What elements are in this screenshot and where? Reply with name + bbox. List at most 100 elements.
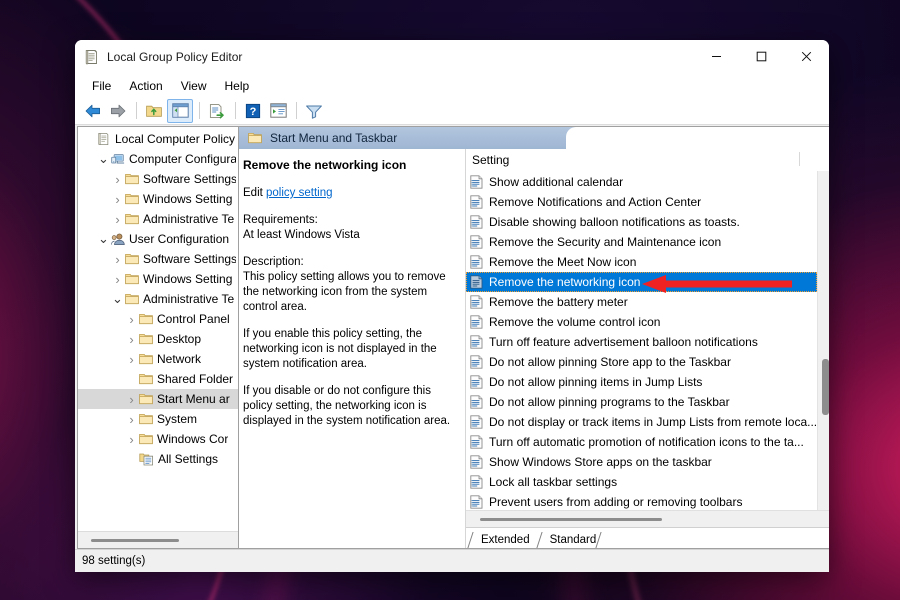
setting-document-icon xyxy=(470,435,483,449)
back-icon[interactable] xyxy=(81,100,105,122)
tree-item[interactable]: › Administrative Te xyxy=(78,209,238,229)
settings-row[interactable]: Prevent users from adding or removing to… xyxy=(466,492,817,510)
export-list-icon[interactable] xyxy=(205,100,229,122)
settings-row[interactable]: Do not allow pinning programs to the Tas… xyxy=(466,392,817,412)
settings-row[interactable]: Remove Notifications and Action Center xyxy=(466,192,817,212)
settings-row[interactable]: Remove the Meet Now icon xyxy=(466,252,817,272)
settings-row[interactable]: Lock all taskbar settings xyxy=(466,472,817,492)
setting-document-icon xyxy=(470,275,483,289)
chevron-right-icon[interactable]: › xyxy=(124,392,139,407)
folder-icon xyxy=(139,413,153,425)
tree-item[interactable]: ›Network xyxy=(78,349,238,369)
settings-row[interactable]: Turn off feature advertisement balloon n… xyxy=(466,332,817,352)
chevron-down-icon[interactable]: ⌄ xyxy=(110,296,125,302)
settings-row-selected[interactable]: Remove the networking icon xyxy=(466,272,817,292)
settings-row[interactable]: Remove the battery meter xyxy=(466,292,817,312)
settings-row-label: Remove the networking icon xyxy=(489,275,640,289)
minimize-button[interactable] xyxy=(694,40,739,73)
filter-icon[interactable] xyxy=(302,100,326,122)
chevron-down-icon[interactable]: ⌄ xyxy=(96,156,111,162)
tree-item-label: Control Panel xyxy=(157,312,230,326)
tree-item[interactable]: › Windows Cor xyxy=(78,429,238,449)
settings-row-label: Do not allow pinning Store app to the Ta… xyxy=(489,355,731,369)
chevron-right-icon[interactable]: › xyxy=(124,312,139,327)
properties-icon[interactable] xyxy=(266,100,290,122)
svg-text:?: ? xyxy=(250,106,257,118)
tree-item-label: Windows Cor xyxy=(157,432,228,446)
settings-scroll-thumb[interactable] xyxy=(822,359,829,415)
menu-view[interactable]: View xyxy=(172,77,216,95)
settings-vertical-scrollbar[interactable] xyxy=(817,171,829,510)
tree-item[interactable]: Shared Folder xyxy=(78,369,238,389)
chevron-right-icon[interactable]: › xyxy=(110,212,125,227)
folder-icon xyxy=(139,333,153,345)
settings-row[interactable]: Do not allow pinning Store app to the Ta… xyxy=(466,352,817,372)
up-folder-icon[interactable] xyxy=(142,100,166,122)
setting-document-icon xyxy=(470,375,483,389)
tree-item[interactable]: All Settings xyxy=(78,449,238,469)
chevron-right-icon[interactable]: › xyxy=(124,412,139,427)
view-tabs: Extended Standard xyxy=(466,527,829,548)
tab-standard[interactable]: Standard xyxy=(539,532,606,548)
chevron-right-icon[interactable]: › xyxy=(110,172,125,187)
main-header: Start Menu and Taskbar xyxy=(239,127,829,149)
settings-row[interactable]: Do not allow pinning items in Jump Lists xyxy=(466,372,817,392)
settings-row[interactable]: Show Windows Store apps on the taskbar xyxy=(466,452,817,472)
tree-item[interactable]: ⌄User Configuration xyxy=(78,229,238,249)
settings-column-header[interactable]: Setting xyxy=(466,149,829,171)
tree-horizontal-scrollbar[interactable] xyxy=(78,531,238,548)
tree-item[interactable]: › Desktop xyxy=(78,329,238,349)
settings-row-label: Do not allow pinning programs to the Tas… xyxy=(489,395,730,409)
menu-action[interactable]: Action xyxy=(120,77,171,95)
menu-help[interactable]: Help xyxy=(216,77,259,95)
show-hide-tree-icon[interactable] xyxy=(167,99,193,123)
tree-item[interactable]: ›Software Settings xyxy=(78,169,238,189)
chevron-right-icon[interactable]: › xyxy=(124,332,139,347)
close-button[interactable] xyxy=(784,40,829,73)
tree-item-label: Administrative Te xyxy=(143,212,234,226)
settings-row-label: Disable showing balloon notifications as… xyxy=(489,215,740,229)
tree-item[interactable]: › Control Panel xyxy=(78,309,238,329)
chevron-right-icon[interactable]: › xyxy=(124,352,139,367)
settings-row[interactable]: Do not display or track items in Jump Li… xyxy=(466,412,817,432)
settings-row[interactable]: Turn off automatic promotion of notifica… xyxy=(466,432,817,452)
settings-hscroll-thumb[interactable] xyxy=(480,518,662,521)
maximize-button[interactable] xyxy=(739,40,784,73)
tree-item[interactable]: ›Windows Setting xyxy=(78,269,238,289)
tree-item[interactable]: ›System xyxy=(78,409,238,429)
chevron-right-icon[interactable]: › xyxy=(110,192,125,207)
tree-item[interactable]: ›Start Menu ar xyxy=(78,389,238,409)
chevron-right-icon[interactable]: › xyxy=(110,272,125,287)
settings-horizontal-scrollbar[interactable] xyxy=(466,510,829,527)
forward-icon[interactable] xyxy=(106,100,130,122)
tree-item[interactable]: ⌄Administrative Te xyxy=(78,289,238,309)
help-icon[interactable]: ? xyxy=(241,100,265,122)
tree-item[interactable]: ›Software Settings xyxy=(78,249,238,269)
tree-item[interactable]: Local Computer Policy xyxy=(78,129,238,149)
settings-row[interactable]: Show additional calendar xyxy=(466,172,817,192)
tree-item-label: Desktop xyxy=(157,332,201,346)
tree-scroll-area[interactable]: Local Computer Policy⌄Computer Configura… xyxy=(78,127,238,531)
tree-item[interactable]: ›Windows Setting xyxy=(78,189,238,209)
chevron-right-icon[interactable]: › xyxy=(110,252,125,267)
setting-document-icon xyxy=(470,495,483,509)
settings-row[interactable]: Disable showing balloon notifications as… xyxy=(466,212,817,232)
settings-row-label: Do not allow pinning items in Jump Lists xyxy=(489,375,702,389)
column-divider[interactable] xyxy=(799,152,800,166)
menu-file[interactable]: File xyxy=(83,77,120,95)
folder-icon xyxy=(248,132,262,144)
settings-row-label: Turn off automatic promotion of notifica… xyxy=(489,435,804,449)
setting-document-icon xyxy=(470,195,483,209)
chevron-right-icon[interactable]: › xyxy=(124,432,139,447)
tree-scroll-thumb[interactable] xyxy=(91,539,179,542)
settings-row[interactable]: Remove the Security and Maintenance icon xyxy=(466,232,817,252)
folder-icon xyxy=(125,193,139,205)
settings-list-body[interactable]: Show additional calendarRemove Notificat… xyxy=(466,171,817,510)
requirements-value: At least Windows Vista xyxy=(243,228,455,243)
settings-row-label: Remove the Meet Now icon xyxy=(489,255,636,269)
tab-extended[interactable]: Extended xyxy=(470,532,539,548)
settings-row[interactable]: Remove the volume control icon xyxy=(466,312,817,332)
tree-item[interactable]: ⌄Computer Configura xyxy=(78,149,238,169)
policy-setting-link[interactable]: policy setting xyxy=(266,187,332,199)
chevron-down-icon[interactable]: ⌄ xyxy=(96,236,111,242)
